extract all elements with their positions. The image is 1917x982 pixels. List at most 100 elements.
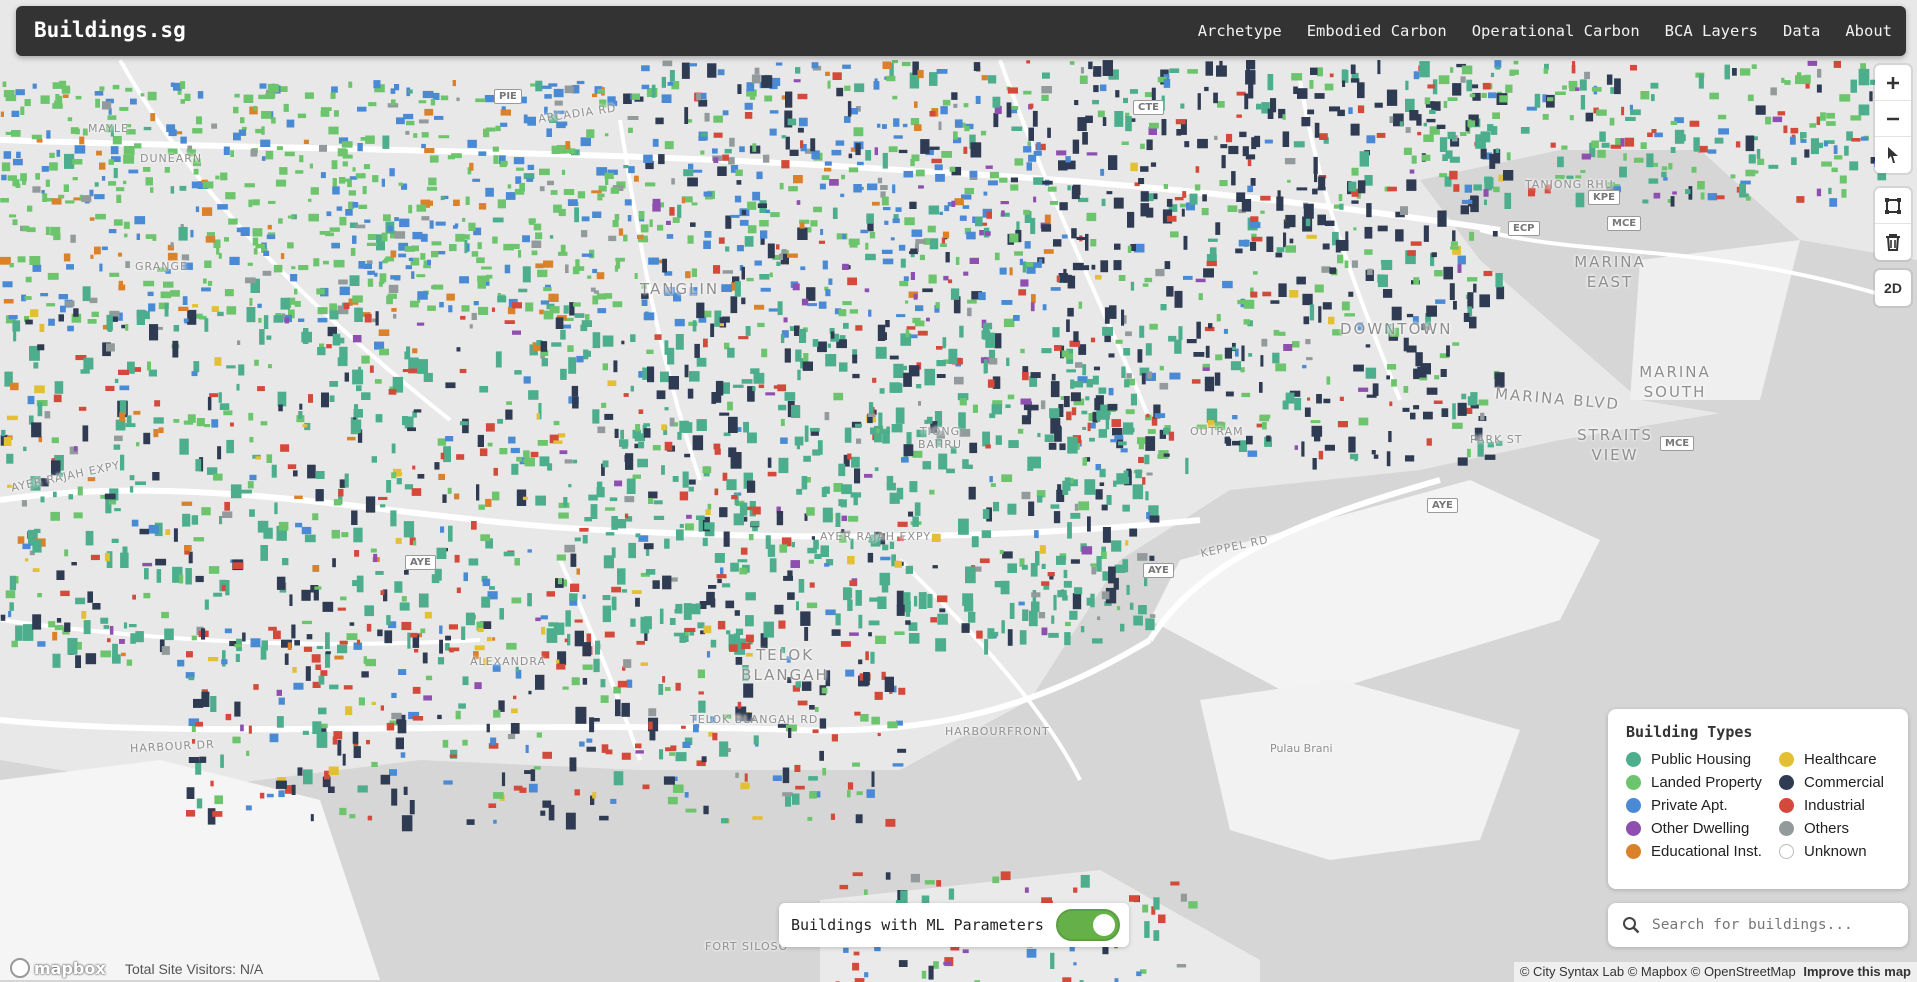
building-footprint[interactable] xyxy=(493,467,499,476)
building-footprint[interactable] xyxy=(83,620,91,635)
building-footprint[interactable] xyxy=(752,143,757,152)
building-footprint[interactable] xyxy=(349,622,355,626)
building-footprint[interactable] xyxy=(964,599,974,612)
building-footprint[interactable] xyxy=(289,594,293,606)
building-footprint[interactable] xyxy=(741,379,753,384)
building-footprint[interactable] xyxy=(125,324,129,331)
building-footprint[interactable] xyxy=(462,676,469,686)
building-footprint[interactable] xyxy=(479,448,488,457)
building-footprint[interactable] xyxy=(717,620,726,630)
building-footprint[interactable] xyxy=(987,180,998,186)
building-footprint[interactable] xyxy=(100,495,106,499)
building-footprint[interactable] xyxy=(1698,74,1704,89)
building-footprint[interactable] xyxy=(733,513,744,526)
building-footprint[interactable] xyxy=(850,492,862,498)
building-footprint[interactable] xyxy=(1450,67,1454,73)
building-footprint[interactable] xyxy=(1021,564,1028,570)
building-footprint[interactable] xyxy=(1365,344,1371,348)
building-footprint[interactable] xyxy=(1129,89,1138,94)
building-footprint[interactable] xyxy=(890,237,895,241)
building-footprint[interactable] xyxy=(880,185,888,190)
building-footprint[interactable] xyxy=(440,452,445,460)
building-footprint[interactable] xyxy=(355,224,366,229)
building-footprint[interactable] xyxy=(54,625,64,631)
building-footprint[interactable] xyxy=(795,349,802,362)
building-footprint[interactable] xyxy=(1284,158,1296,165)
building-footprint[interactable] xyxy=(734,281,741,297)
building-footprint[interactable] xyxy=(1093,66,1102,77)
building-footprint[interactable] xyxy=(280,253,285,260)
building-footprint[interactable] xyxy=(419,119,429,124)
building-footprint[interactable] xyxy=(1149,122,1159,129)
building-footprint[interactable] xyxy=(777,301,783,316)
building-footprint[interactable] xyxy=(287,642,292,650)
building-footprint[interactable] xyxy=(1322,302,1332,310)
building-footprint[interactable] xyxy=(344,473,349,488)
building-footprint[interactable] xyxy=(1318,176,1326,189)
building-footprint[interactable] xyxy=(220,172,228,181)
building-footprint[interactable] xyxy=(192,128,203,134)
building-footprint[interactable] xyxy=(204,318,209,332)
building-footprint[interactable] xyxy=(1251,137,1257,150)
building-footprint[interactable] xyxy=(891,424,903,433)
building-footprint[interactable] xyxy=(1350,123,1360,136)
building-footprint[interactable] xyxy=(592,332,601,349)
building-footprint[interactable] xyxy=(1092,638,1103,644)
building-footprint[interactable] xyxy=(590,504,598,519)
building-footprint[interactable] xyxy=(226,306,237,315)
building-footprint[interactable] xyxy=(596,272,605,280)
building-footprint[interactable] xyxy=(1149,515,1160,523)
building-footprint[interactable] xyxy=(1056,150,1067,156)
building-footprint[interactable] xyxy=(365,496,376,513)
building-footprint[interactable] xyxy=(113,168,118,179)
building-footprint[interactable] xyxy=(1232,440,1241,446)
building-footprint[interactable] xyxy=(390,275,401,280)
building-footprint[interactable] xyxy=(280,444,290,452)
building-footprint[interactable] xyxy=(246,750,250,756)
building-footprint[interactable] xyxy=(143,126,152,131)
building-footprint[interactable] xyxy=(648,491,658,499)
building-footprint[interactable] xyxy=(208,566,220,574)
building-footprint[interactable] xyxy=(364,313,372,323)
building-footprint[interactable] xyxy=(1569,115,1574,121)
building-footprint[interactable] xyxy=(1097,415,1101,422)
building-footprint[interactable] xyxy=(531,240,542,249)
building-footprint[interactable] xyxy=(610,187,619,194)
building-footprint[interactable] xyxy=(54,381,64,394)
building-footprint[interactable] xyxy=(361,392,371,400)
building-footprint[interactable] xyxy=(1040,400,1046,410)
building-footprint[interactable] xyxy=(364,605,374,617)
building-footprint[interactable] xyxy=(474,645,485,651)
building-footprint[interactable] xyxy=(73,308,79,317)
building-footprint[interactable] xyxy=(592,409,600,424)
building-footprint[interactable] xyxy=(1324,220,1335,226)
building-footprint[interactable] xyxy=(592,93,598,98)
building-footprint[interactable] xyxy=(1358,387,1369,392)
building-footprint[interactable] xyxy=(1685,189,1691,194)
building-footprint[interactable] xyxy=(984,359,988,373)
building-footprint[interactable] xyxy=(563,497,568,507)
building-footprint[interactable] xyxy=(0,256,11,265)
building-footprint[interactable] xyxy=(1092,375,1099,385)
building-footprint[interactable] xyxy=(530,451,539,458)
building-footprint[interactable] xyxy=(905,565,913,574)
building-footprint[interactable] xyxy=(576,80,585,85)
building-footprint[interactable] xyxy=(24,558,29,562)
building-footprint[interactable] xyxy=(483,128,490,138)
building-footprint[interactable] xyxy=(318,675,325,685)
building-footprint[interactable] xyxy=(339,807,347,816)
building-footprint[interactable] xyxy=(479,386,489,393)
building-footprint[interactable] xyxy=(959,215,967,221)
building-footprint[interactable] xyxy=(160,291,172,299)
building-footprint[interactable] xyxy=(613,771,624,786)
building-footprint[interactable] xyxy=(147,291,154,297)
building-footprint[interactable] xyxy=(395,737,404,750)
building-footprint[interactable] xyxy=(623,165,629,169)
building-footprint[interactable] xyxy=(20,106,25,116)
building-footprint[interactable] xyxy=(1231,346,1236,351)
building-footprint[interactable] xyxy=(1506,152,1511,161)
building-footprint[interactable] xyxy=(1166,215,1177,222)
search-input[interactable] xyxy=(1652,917,1892,933)
building-footprint[interactable] xyxy=(602,595,611,601)
building-footprint[interactable] xyxy=(248,199,253,208)
